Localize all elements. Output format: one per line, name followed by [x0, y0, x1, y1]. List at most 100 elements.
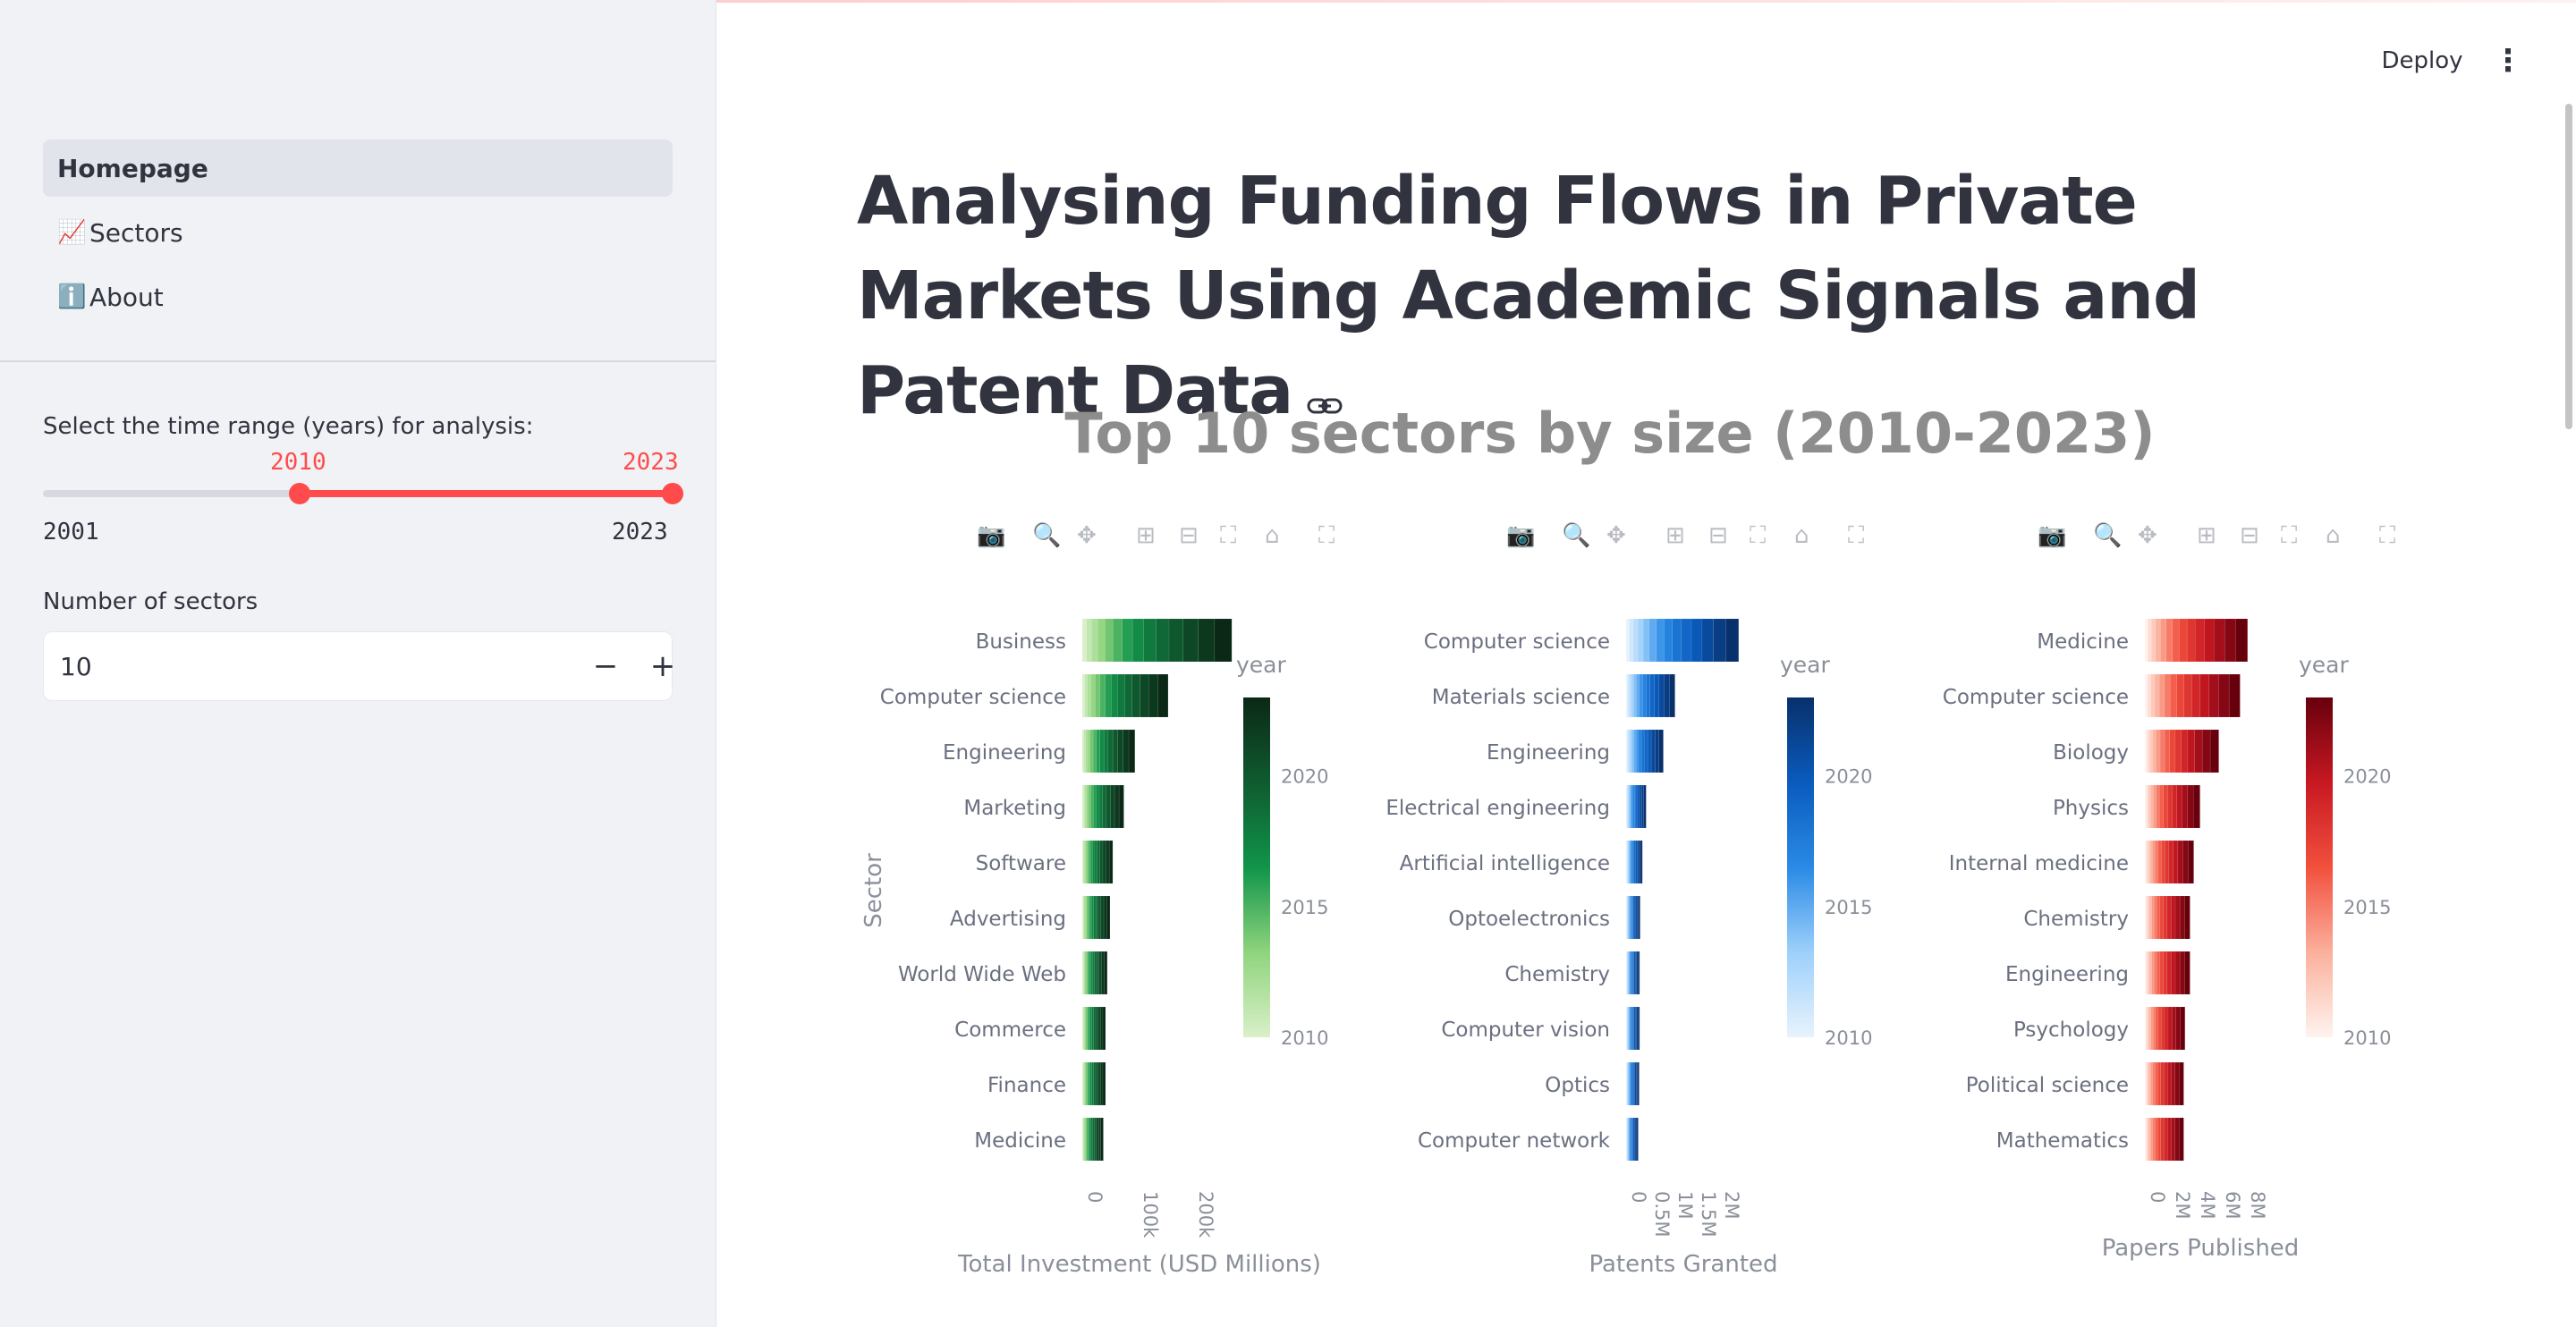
bar-segment: [1096, 729, 1101, 773]
bar-segment: [1092, 840, 1096, 884]
bar-segment: [2148, 895, 2152, 940]
category-label: Engineering: [2005, 963, 2129, 986]
category-label: Internal medicine: [1949, 852, 2129, 875]
bar-segment: [1631, 673, 1634, 718]
bar-segment: [1690, 618, 1703, 663]
category-label: Political science: [1966, 1074, 2129, 1097]
bar-segment: [2171, 951, 2176, 995]
bar-segment: [2179, 1061, 2184, 1106]
bar-segment: [1633, 729, 1637, 773]
bar-segment: [1089, 729, 1094, 773]
bar-segment: [1092, 1117, 1095, 1162]
category-label: Optics: [1545, 1074, 1610, 1097]
x-tick-label: 2M: [2172, 1191, 2193, 1219]
bar-segment: [1636, 1117, 1639, 1162]
x-tick-label: 200k: [1195, 1191, 1216, 1238]
bar-segment: [1091, 618, 1098, 663]
bar-segment: [1103, 729, 1109, 773]
bar-segment: [2184, 895, 2190, 940]
bar-segment: [1640, 840, 1643, 884]
bar-segment: [2208, 673, 2219, 718]
bar-segment: [2179, 618, 2188, 663]
bar-segment: [1635, 840, 1638, 884]
bar-segment: [2148, 784, 2151, 829]
bar-segment: [2174, 1117, 2180, 1162]
bar-segment: [2157, 1061, 2162, 1106]
category-label: Mathematics: [1996, 1129, 2129, 1153]
bar-segment: [1117, 673, 1125, 718]
bar-segment: [1100, 895, 1105, 940]
bar-segment: [1631, 729, 1634, 773]
bar-segment: [2151, 895, 2155, 940]
bar-segment: [1090, 673, 1096, 718]
bar-segment: [2176, 784, 2182, 829]
bar-segment: [2146, 951, 2148, 995]
bar-segment: [1086, 895, 1089, 940]
bar-segment: [1085, 729, 1089, 773]
category-label: Electrical engineering: [1385, 797, 1610, 820]
bar-segment: [1102, 840, 1106, 884]
bar-segment: [2209, 729, 2219, 773]
bar-segment: [1638, 840, 1641, 884]
bar-segment: [1094, 951, 1097, 995]
category-label: Optoelectronics: [1448, 908, 1610, 931]
bar-segment: [1093, 1006, 1097, 1051]
bar-segment: [2228, 673, 2241, 718]
colorbar-tick-label: 2010: [1825, 1027, 1872, 1049]
bar-segment: [1088, 784, 1091, 829]
bar-segment: [1107, 729, 1114, 773]
bar-segment: [2164, 1117, 2168, 1162]
bar-segment: [1629, 673, 1631, 718]
category-label: Materials science: [1432, 686, 1610, 709]
bar-segment: [1636, 673, 1640, 718]
bar-segment: [2160, 618, 2166, 663]
bar-segment: [2148, 729, 2153, 773]
bar-segment: [1114, 784, 1120, 829]
bar-segment: [1638, 729, 1642, 773]
bar-segment: [2167, 1006, 2173, 1051]
bar-segment: [1088, 840, 1091, 884]
bar-segment: [1104, 951, 1108, 995]
bar-segment: [1098, 951, 1102, 995]
bar-segment: [2154, 951, 2157, 995]
bar-segment: [2169, 729, 2176, 773]
bar-segment: [1112, 729, 1118, 773]
bar-segment: [1638, 1006, 1640, 1051]
bar-segment: [2147, 618, 2152, 663]
x-tick-label: 0.5M: [1651, 1191, 1673, 1238]
bar-segment: [1117, 729, 1123, 773]
bar-segment: [1640, 729, 1645, 773]
bar-segment: [2160, 1061, 2165, 1106]
bar-segment: [2148, 1061, 2151, 1106]
bar-segment: [1118, 784, 1124, 829]
category-label: Engineering: [1487, 741, 1610, 765]
bar-segment: [2170, 673, 2177, 718]
bar-segment: [2149, 840, 2153, 884]
bar-segment: [2182, 840, 2189, 884]
bar-segment: [2166, 895, 2172, 940]
bar-segment: [1087, 673, 1092, 718]
bar-segment: [2191, 673, 2200, 718]
bar-segment: [1131, 673, 1141, 718]
bar-segment: [1157, 673, 1169, 718]
bar-segment: [2144, 729, 2148, 773]
bar-segment: [2152, 729, 2157, 773]
bar-segment: [2188, 840, 2194, 884]
bar-segment: [1090, 784, 1094, 829]
bar-segment: [1658, 673, 1665, 718]
x-tick-label: 4M: [2197, 1191, 2218, 1219]
colorbar-title: year: [1780, 652, 1830, 678]
bar-segment: [1647, 729, 1652, 773]
bar-segment: [1101, 951, 1105, 995]
x-tick-label: 1M: [1674, 1191, 1696, 1219]
bar-segment: [2164, 673, 2171, 718]
category-label: Advertising: [950, 908, 1066, 931]
category-label: Marketing: [963, 797, 1066, 820]
bar-segment: [1143, 618, 1157, 663]
bar-segment: [2166, 1061, 2172, 1106]
bar-segment: [1664, 673, 1670, 718]
bar-segment: [2195, 618, 2205, 663]
bar-segment: [2218, 673, 2230, 718]
bar-segment: [2152, 840, 2156, 884]
bar-segment: [1086, 618, 1092, 663]
